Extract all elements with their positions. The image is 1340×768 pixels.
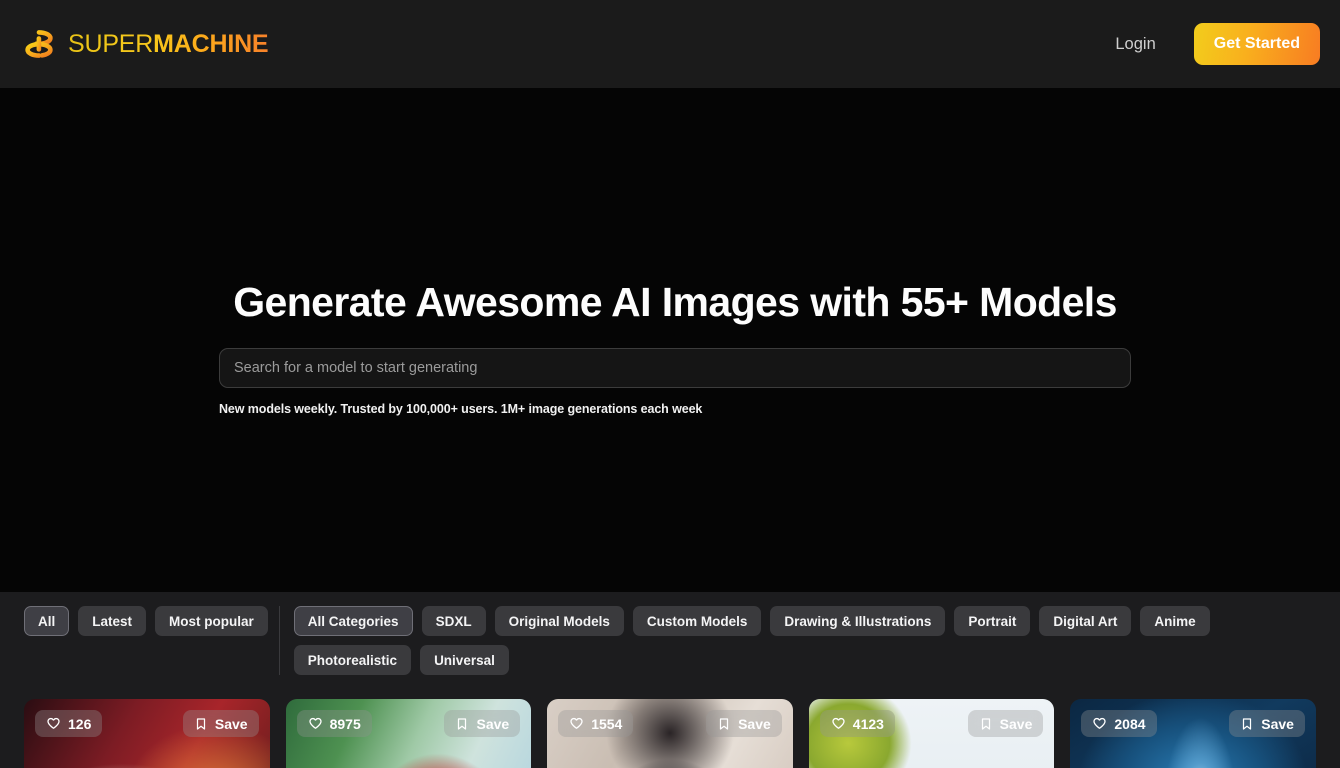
sort-filter-group: All Latest Most popular <box>24 606 268 636</box>
like-count-value: 2084 <box>1114 715 1146 732</box>
save-button-label: Save <box>476 715 510 732</box>
like-count-value: 8975 <box>329 715 361 732</box>
category-pill-custom-models[interactable]: Custom Models <box>632 606 762 636</box>
bookmark-outline-icon <box>194 717 208 731</box>
category-pill-original-models[interactable]: Original Models <box>494 606 624 636</box>
like-count-value: 4123 <box>852 715 884 732</box>
heart-outline-icon <box>1092 716 1107 731</box>
model-gallery-grid: 126 Save 8975 Save 1554 Save 4123 Save 2084 Save <box>0 687 1340 768</box>
save-button-label: Save <box>999 715 1033 732</box>
save-button-label: Save <box>738 715 771 732</box>
heart-outline-icon <box>831 716 846 731</box>
sort-pill-most-popular[interactable]: Most popular <box>155 606 268 636</box>
save-button-label: Save <box>214 715 248 732</box>
like-count-badge[interactable]: 1554 <box>558 710 634 737</box>
bookmark-outline-icon <box>717 717 731 731</box>
like-count-badge[interactable]: 4123 <box>819 710 895 737</box>
spiral-ring-icon <box>24 29 54 59</box>
save-button[interactable]: Save <box>967 710 1044 737</box>
save-button[interactable]: Save <box>706 710 782 737</box>
filter-bar: All Latest Most popular All Categories SDXL… <box>0 592 1340 687</box>
login-link[interactable]: Login <box>1115 35 1155 54</box>
hero-section: Generate Awesome AI Images with 55+ Mode… <box>0 88 1340 592</box>
like-count-value: 1554 <box>591 715 623 732</box>
like-count-value: 126 <box>68 715 92 732</box>
site-header: SUPERMACHINE Login Get Started <box>0 0 1340 88</box>
gallery-card[interactable]: 126 Save <box>24 699 270 768</box>
category-pill-photorealistic[interactable]: Photorealistic <box>293 645 412 675</box>
gallery-card[interactable]: 4123 Save <box>808 699 1055 768</box>
heart-outline-icon <box>569 716 584 731</box>
save-button[interactable]: Save <box>182 710 259 737</box>
filter-divider <box>278 606 280 675</box>
page-title: Generate Awesome AI Images with 55+ Mode… <box>233 279 1117 325</box>
sort-pill-all[interactable]: All <box>24 606 70 636</box>
gallery-card[interactable]: 8975 Save <box>285 699 532 768</box>
hero-subtitle: New models weekly. Trusted by 100,000+ u… <box>219 401 703 416</box>
header-actions: Login Get Started <box>1115 23 1320 65</box>
bookmark-outline-icon <box>979 717 993 731</box>
category-pill-portrait[interactable]: Portrait <box>954 606 1031 636</box>
gallery-card[interactable]: 1554 Save <box>547 699 793 768</box>
brand-word-secondary: MACHINE <box>153 29 269 58</box>
bookmark-outline-icon <box>455 717 469 731</box>
gallery-card[interactable]: 2084 Save <box>1070 699 1316 768</box>
brand-wordmark: SUPERMACHINE <box>68 29 269 58</box>
category-filter-group: All Categories SDXL Original Models Custom … <box>293 606 1229 675</box>
category-pill-sdxl[interactable]: SDXL <box>421 606 486 636</box>
brand-logo[interactable]: SUPERMACHINE <box>24 29 269 59</box>
category-pill-anime[interactable]: Anime <box>1140 606 1210 636</box>
heart-outline-icon <box>308 716 323 731</box>
like-count-badge[interactable]: 126 <box>35 710 103 737</box>
save-button[interactable]: Save <box>1229 710 1305 737</box>
model-search-input[interactable] <box>219 347 1131 388</box>
category-pill-universal[interactable]: Universal <box>420 645 509 675</box>
brand-word-primary: SUPER <box>68 29 154 58</box>
bookmark-outline-icon <box>1240 717 1254 731</box>
heart-outline-icon <box>46 716 61 731</box>
like-count-badge[interactable]: 8975 <box>296 710 372 737</box>
hero-search <box>219 347 1131 388</box>
hero-content: Generate Awesome AI Images with 55+ Mode… <box>219 279 1131 416</box>
category-pill-all-categories[interactable]: All Categories <box>293 606 413 636</box>
like-count-badge[interactable]: 2084 <box>1081 710 1157 737</box>
get-started-button[interactable]: Get Started <box>1193 23 1320 65</box>
save-button-label: Save <box>1261 715 1294 732</box>
category-pill-digital-art[interactable]: Digital Art <box>1039 606 1132 636</box>
sort-pill-latest[interactable]: Latest <box>78 606 147 636</box>
save-button[interactable]: Save <box>444 710 521 737</box>
category-pill-drawing-illustrations[interactable]: Drawing & Illustrations <box>770 606 946 636</box>
